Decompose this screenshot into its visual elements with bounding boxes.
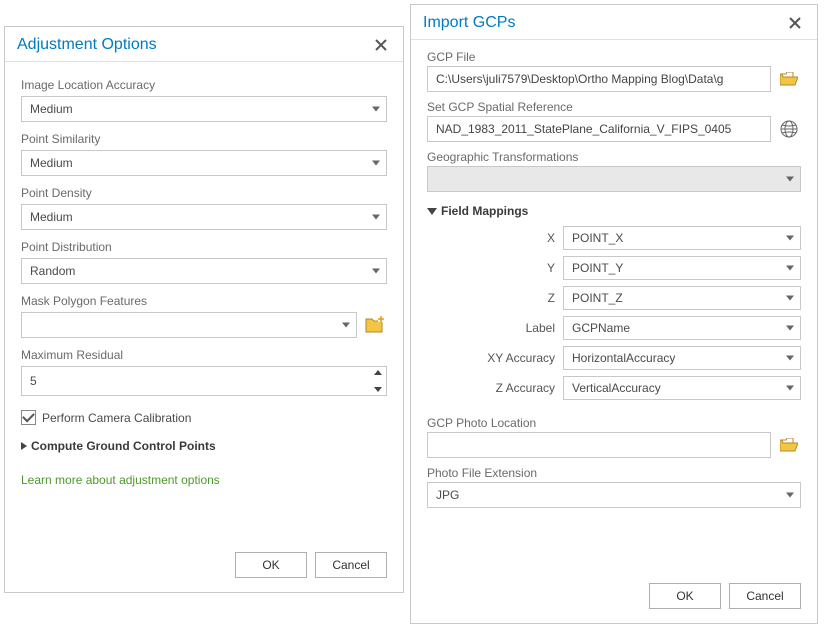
spatial-ref-input[interactable]: NAD_1983_2011_StatePlane_California_V_FI…: [427, 116, 771, 142]
select-value: POINT_Z: [572, 291, 623, 305]
chevron-down-icon: [786, 356, 794, 361]
camera-calibration-checkbox[interactable]: Perform Camera Calibration: [21, 410, 387, 425]
close-icon: [375, 39, 387, 51]
select-value: GCPName: [572, 321, 630, 335]
mapping-z-accuracy-label: Z Accuracy: [445, 381, 555, 395]
input-value: NAD_1983_2011_StatePlane_California_V_FI…: [436, 122, 731, 136]
mapping-y-select[interactable]: POINT_Y: [563, 256, 801, 280]
point-similarity-select[interactable]: Medium: [21, 150, 387, 176]
chevron-down-icon: [372, 215, 380, 220]
mapping-xy-accuracy-select[interactable]: HorizontalAccuracy: [563, 346, 801, 370]
point-distribution-label: Point Distribution: [21, 240, 387, 254]
close-button[interactable]: [785, 13, 805, 33]
select-value: Medium: [30, 156, 73, 170]
point-similarity-label: Point Similarity: [21, 132, 387, 146]
mapping-x-select[interactable]: POINT_X: [563, 226, 801, 250]
folder-open-icon: [780, 438, 798, 452]
browse-gcp-file-button[interactable]: [777, 67, 801, 91]
set-spatial-ref-button[interactable]: [777, 117, 801, 141]
mapping-x-label: X: [445, 231, 555, 245]
max-residual-label: Maximum Residual: [21, 348, 387, 362]
select-value: Medium: [30, 210, 73, 224]
chevron-down-icon: [786, 266, 794, 271]
add-layer-button[interactable]: [363, 313, 387, 337]
mask-polygon-label: Mask Polygon Features: [21, 294, 387, 308]
mapping-z-select[interactable]: POINT_Z: [563, 286, 801, 310]
folder-open-icon: [780, 72, 798, 86]
chevron-down-icon: [786, 386, 794, 391]
compute-gcps-expander[interactable]: Compute Ground Control Points: [21, 439, 387, 453]
mapping-label-select[interactable]: GCPName: [563, 316, 801, 340]
point-density-select[interactable]: Medium: [21, 204, 387, 230]
chevron-down-icon: [372, 161, 380, 166]
photo-location-input[interactable]: [427, 432, 771, 458]
select-value: VerticalAccuracy: [572, 381, 661, 395]
checkbox-label: Perform Camera Calibration: [42, 411, 191, 425]
chevron-down-icon: [372, 269, 380, 274]
chevron-down-icon: [786, 296, 794, 301]
chevron-down-icon: [342, 323, 350, 328]
photo-ext-select[interactable]: JPG: [427, 482, 801, 508]
dialog-title: Import GCPs: [423, 14, 515, 32]
mask-polygon-select[interactable]: [21, 312, 357, 338]
chevron-down-icon: [786, 236, 794, 241]
select-value: POINT_Y: [572, 261, 623, 275]
gcp-file-input[interactable]: C:\Users\juli7579\Desktop\Ortho Mapping …: [427, 66, 771, 92]
browse-photo-location-button[interactable]: [777, 433, 801, 457]
image-location-accuracy-label: Image Location Accuracy: [21, 78, 387, 92]
chevron-right-icon: [21, 442, 27, 450]
select-value: Medium: [30, 102, 73, 116]
expander-label: Compute Ground Control Points: [31, 439, 216, 453]
import-gcps-dialog: Import GCPs GCP File C:\Users\juli7579\D…: [410, 4, 818, 624]
mapping-label-label: Label: [445, 321, 555, 335]
max-residual-input[interactable]: 5: [21, 366, 387, 396]
point-density-label: Point Density: [21, 186, 387, 200]
stepper-down[interactable]: [374, 387, 382, 392]
close-button[interactable]: [371, 35, 391, 55]
close-icon: [789, 17, 801, 29]
point-distribution-select[interactable]: Random: [21, 258, 387, 284]
adjustment-options-dialog: Adjustment Options Image Location Accura…: [4, 26, 404, 593]
spatial-ref-label: Set GCP Spatial Reference: [427, 100, 801, 114]
expander-label: Field Mappings: [441, 204, 528, 218]
checkbox-icon: [21, 410, 36, 425]
select-value: POINT_X: [572, 231, 623, 245]
stepper-up[interactable]: [374, 370, 382, 375]
chevron-down-icon: [786, 493, 794, 498]
cancel-button[interactable]: Cancel: [315, 552, 387, 578]
folder-plus-icon: [365, 316, 385, 334]
geo-trans-label: Geographic Transformations: [427, 150, 801, 164]
gcp-file-label: GCP File: [427, 50, 801, 64]
ok-button[interactable]: OK: [649, 583, 721, 609]
chevron-down-icon: [427, 208, 437, 215]
field-mappings-expander[interactable]: Field Mappings: [427, 204, 801, 218]
mapping-z-label: Z: [445, 291, 555, 305]
globe-icon: [780, 120, 798, 138]
mapping-xy-accuracy-label: XY Accuracy: [445, 351, 555, 365]
chevron-down-icon: [786, 326, 794, 331]
photo-ext-label: Photo File Extension: [427, 466, 801, 480]
ok-button[interactable]: OK: [235, 552, 307, 578]
select-value: JPG: [436, 488, 459, 502]
dialog-title: Adjustment Options: [17, 36, 157, 54]
mapping-y-label: Y: [445, 261, 555, 275]
select-value: Random: [30, 264, 75, 278]
cancel-button[interactable]: Cancel: [729, 583, 801, 609]
chevron-down-icon: [372, 107, 380, 112]
learn-more-link[interactable]: Learn more about adjustment options: [21, 473, 387, 487]
mapping-z-accuracy-select[interactable]: VerticalAccuracy: [563, 376, 801, 400]
image-location-accuracy-select[interactable]: Medium: [21, 96, 387, 122]
chevron-down-icon: [786, 177, 794, 182]
input-value: C:\Users\juli7579\Desktop\Ortho Mapping …: [436, 72, 723, 86]
select-value: HorizontalAccuracy: [572, 351, 675, 365]
photo-location-label: GCP Photo Location: [427, 416, 801, 430]
geo-trans-select[interactable]: [427, 166, 801, 192]
spinner-value: 5: [30, 374, 37, 388]
